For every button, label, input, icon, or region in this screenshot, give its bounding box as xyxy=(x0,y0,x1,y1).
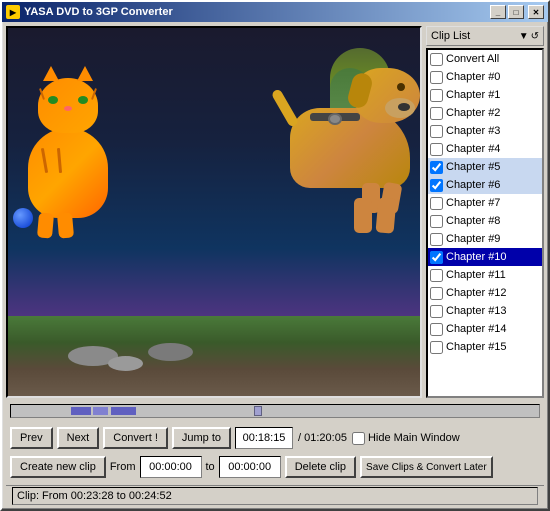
clip-item-checkbox[interactable] xyxy=(430,269,443,282)
clip-item-checkbox[interactable] xyxy=(430,305,443,318)
to-time-value: 00:00:00 xyxy=(228,461,271,473)
clip-item-label: Chapter #15 xyxy=(446,341,507,353)
from-time-display[interactable]: 00:00:00 xyxy=(140,456,202,478)
clip-item-checkbox[interactable] xyxy=(430,323,443,336)
clip-item[interactable]: Chapter #14 xyxy=(428,320,542,338)
clip-item[interactable]: Chapter #12 xyxy=(428,284,542,302)
clip-item[interactable]: Chapter #13 xyxy=(428,302,542,320)
current-time-value: 00:18:15 xyxy=(243,432,286,444)
clip-item[interactable]: Chapter #8 xyxy=(428,212,542,230)
clip-item-checkbox[interactable] xyxy=(430,107,443,120)
title-bar-buttons: _ □ ✕ xyxy=(490,5,544,19)
timeline-thumb[interactable] xyxy=(254,406,262,416)
video-frame xyxy=(8,28,420,396)
clip-item-label: Chapter #1 xyxy=(446,89,500,101)
timeline-area xyxy=(6,402,544,423)
clip-item-label: Chapter #0 xyxy=(446,71,500,83)
clip-item-label: Chapter #14 xyxy=(446,323,507,335)
clip-item-checkbox[interactable] xyxy=(430,233,443,246)
clip-item-label: Chapter #11 xyxy=(446,269,506,281)
clip-item-checkbox[interactable] xyxy=(430,143,443,156)
title-bar: ▶ YASA DVD to 3GP Converter _ □ ✕ xyxy=(2,2,548,22)
clip-item-label: Chapter #5 xyxy=(446,161,500,173)
controls-row-1: Prev Next Convert ! Jump to 00:18:15 / 0… xyxy=(6,427,544,449)
clip-list-title: Clip List xyxy=(431,30,519,42)
clip-item[interactable]: Chapter #1 xyxy=(428,86,542,104)
refresh-icon[interactable]: ↺ xyxy=(531,31,539,42)
clip-item[interactable]: Chapter #7 xyxy=(428,194,542,212)
main-row: Clip List ▼ ↺ Convert All Chapter #0 Chapt… xyxy=(6,26,544,398)
hide-window-text: Hide Main Window xyxy=(368,432,460,444)
clip-item[interactable]: Chapter #3 xyxy=(428,122,542,140)
clip-item-checkbox[interactable] xyxy=(430,89,443,102)
clip-item[interactable]: Chapter #0 xyxy=(428,68,542,86)
clip-item[interactable]: Chapter #9 xyxy=(428,230,542,248)
clip-item-checkbox[interactable] xyxy=(430,341,443,354)
video-panel xyxy=(6,26,422,398)
prev-button[interactable]: Prev xyxy=(10,427,53,449)
save-clips-button[interactable]: Save Clips & Convert Later xyxy=(360,456,493,478)
hide-window-checkbox[interactable] xyxy=(352,432,365,445)
status-bar: Clip: From 00:23:28 to 00:24:52 xyxy=(6,485,544,505)
clip-item-checkbox[interactable] xyxy=(430,53,443,66)
to-time-display[interactable]: 00:00:00 xyxy=(219,456,281,478)
delete-clip-button[interactable]: Delete clip xyxy=(285,456,356,478)
clip-item[interactable]: Chapter #10 xyxy=(428,248,542,266)
clip-list-panel: Clip List ▼ ↺ Convert All Chapter #0 Chapt… xyxy=(426,26,544,398)
clip-item-checkbox[interactable] xyxy=(430,125,443,138)
clip-item-label: Chapter #13 xyxy=(446,305,507,317)
current-time-display: 00:18:15 xyxy=(235,427,293,449)
close-button[interactable]: ✕ xyxy=(528,5,544,19)
from-time-value: 00:00:00 xyxy=(149,461,192,473)
timeline-track[interactable] xyxy=(10,404,540,418)
clip-item-label: Chapter #12 xyxy=(446,287,507,299)
clip-item-label: Chapter #8 xyxy=(446,215,500,227)
content-area: Clip List ▼ ↺ Convert All Chapter #0 Chapt… xyxy=(2,22,548,509)
clip-item[interactable]: Chapter #11 xyxy=(428,266,542,284)
clip-item-label: Chapter #9 xyxy=(446,233,500,245)
controls-row-2: Create new clip From 00:00:00 to 00:00:0… xyxy=(6,456,544,478)
clip-list-header: Clip List ▼ ↺ xyxy=(426,26,544,46)
time-separator: / 01:20:05 xyxy=(297,432,348,444)
hide-window-label: Hide Main Window xyxy=(352,432,460,445)
clip-item-label: Chapter #7 xyxy=(446,197,500,209)
create-clip-button[interactable]: Create new clip xyxy=(10,456,106,478)
clip-item-checkbox[interactable] xyxy=(430,179,443,192)
clip-item-checkbox[interactable] xyxy=(430,251,443,264)
clip-item-label: Chapter #3 xyxy=(446,125,500,137)
clip-list-box[interactable]: Convert All Chapter #0 Chapter #1 Chapter #… xyxy=(426,48,544,398)
clip-item-label: Chapter #2 xyxy=(446,107,500,119)
minimize-button[interactable]: _ xyxy=(490,5,506,19)
convert-button[interactable]: Convert ! xyxy=(103,427,168,449)
dog-figure xyxy=(290,108,410,188)
app-icon: ▶ xyxy=(6,5,20,19)
main-window: ▶ YASA DVD to 3GP Converter _ □ ✕ xyxy=(0,0,550,511)
clip-item-checkbox[interactable] xyxy=(430,215,443,228)
jump-to-button[interactable]: Jump to xyxy=(172,427,231,449)
dropdown-arrow-icon[interactable]: ▼ xyxy=(519,31,529,42)
window-title: YASA DVD to 3GP Converter xyxy=(24,6,490,18)
from-label: From xyxy=(110,461,136,473)
clip-item-label: Chapter #4 xyxy=(446,143,500,155)
clip-item-checkbox[interactable] xyxy=(430,287,443,300)
clip-item[interactable]: Chapter #15 xyxy=(428,338,542,356)
clip-item[interactable]: Convert All xyxy=(428,50,542,68)
cat-figure xyxy=(28,128,108,218)
clip-item[interactable]: Chapter #5 xyxy=(428,158,542,176)
clip-item-checkbox[interactable] xyxy=(430,161,443,174)
maximize-button[interactable]: □ xyxy=(508,5,524,19)
clip-item[interactable]: Chapter #2 xyxy=(428,104,542,122)
status-panel: Clip: From 00:23:28 to 00:24:52 xyxy=(12,487,538,505)
next-button[interactable]: Next xyxy=(57,427,100,449)
clip-item[interactable]: Chapter #4 xyxy=(428,140,542,158)
clip-item-label: Convert All xyxy=(446,53,499,65)
clip-item-checkbox[interactable] xyxy=(430,71,443,84)
clip-item-checkbox[interactable] xyxy=(430,197,443,210)
to-label: to xyxy=(206,461,215,473)
clip-item-label: Chapter #6 xyxy=(446,179,500,191)
clip-item-label: Chapter #10 xyxy=(446,251,507,263)
clip-item[interactable]: Chapter #6 xyxy=(428,176,542,194)
status-text: Clip: From 00:23:28 to 00:24:52 xyxy=(17,490,172,502)
